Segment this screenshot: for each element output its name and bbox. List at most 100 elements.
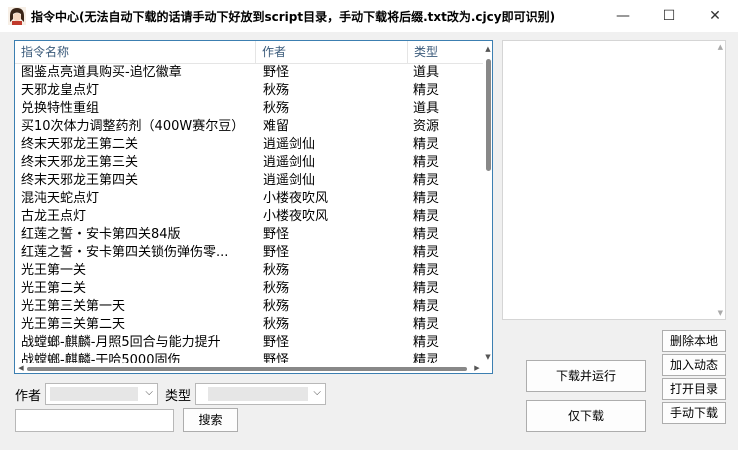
cell-type: 精灵 [413,245,440,260]
column-header-author[interactable]: 作者 [256,41,408,63]
cell-author: 秋殇 [263,281,290,296]
cell-name: 古龙王点灯 [21,209,87,224]
cell-author: 难留 [263,119,290,134]
window-title: 指令中心(无法自动下载的话请手动下好放到script目录，手动下载将后缀.txt… [31,10,556,24]
minimize-button[interactable]: — [600,0,646,32]
scroll-right-arrow-icon[interactable]: ▶ [472,363,482,373]
scroll-down-arrow-icon[interactable]: ▼ [483,351,492,363]
table-row[interactable]: 战螳螂-麒麟-月照5回合与能力提升 野怪 精灵 [15,334,485,352]
table-row[interactable]: 光王第三关第二天 秋殇 精灵 [15,316,485,334]
description-panel[interactable]: ▲ ▼ [502,40,726,320]
vertical-scrollbar[interactable]: ▲ ▼ [483,41,492,363]
table-row[interactable]: 图鉴点亮道具购买-追忆徽章 野怪 道具 [15,64,485,82]
command-list[interactable]: 指令名称 作者 类型 图鉴点亮道具购买-追忆徽章 野怪 道具 天邪龙皇点灯 秋殇 精灵 … [14,40,493,374]
scroll-left-arrow-icon[interactable]: ◀ [16,363,26,373]
column-header-type[interactable]: 类型 [408,41,485,63]
cell-author: 小楼夜吹风 [263,191,329,206]
cell-type: 精灵 [413,281,440,296]
type-select-value [208,387,308,401]
cell-type: 精灵 [413,155,440,170]
table-row[interactable]: 买10次体力调整药剂（400W赛尔豆） 难留 资源 [15,118,485,136]
title-bar: 指令中心(无法自动下载的话请手动下好放到script目录，手动下载将后缀.txt… [0,0,738,32]
table-row[interactable]: 光王第一关 秋殇 精灵 [15,262,485,280]
cell-author: 逍遥剑仙 [263,155,316,170]
cell-type: 精灵 [413,173,440,188]
cell-name: 光王第二关 [21,281,87,296]
cell-type: 精灵 [413,227,440,242]
panel-scroll-down-icon[interactable]: ▼ [718,309,723,317]
cell-type: 资源 [413,119,440,134]
table-row[interactable]: 红莲之誓・安卡第四关84版 野怪 精灵 [15,226,485,244]
cell-name: 天邪龙皇点灯 [21,83,100,98]
cell-author: 秋殇 [263,83,290,98]
cell-name: 兑换特性重组 [21,101,100,116]
cell-author: 小楼夜吹风 [263,209,329,224]
chevron-down-icon[interactable]: ⌵ [313,387,321,398]
cell-author: 逍遥剑仙 [263,137,316,152]
list-header: 指令名称 作者 类型 [15,41,485,64]
cell-type: 精灵 [413,83,440,98]
cell-type: 道具 [413,65,440,80]
cell-name: 光王第三关第一天 [21,299,126,314]
delete-local-button[interactable]: 删除本地 [662,330,726,352]
column-header-name[interactable]: 指令名称 [15,41,256,63]
table-row[interactable]: 终末天邪龙王第二关 逍遥剑仙 精灵 [15,136,485,154]
table-row[interactable]: 红莲之誓・安卡第四关锁伤弹伤零... 野怪 精灵 [15,244,485,262]
table-row[interactable]: 古龙王点灯 小楼夜吹风 精灵 [15,208,485,226]
scroll-up-arrow-icon[interactable]: ▲ [483,43,492,55]
vertical-scroll-thumb[interactable] [486,59,491,171]
download-only-button[interactable]: 仅下载 [526,400,646,432]
cell-type: 精灵 [413,209,440,224]
cell-name: 红莲之誓・安卡第四关84版 [21,227,181,242]
app-avatar-icon [8,7,26,25]
cell-name: 战螳螂-麒麟-月照5回合与能力提升 [21,335,221,350]
cell-name: 买10次体力调整药剂（400W赛尔豆） [21,119,245,134]
maximize-button[interactable]: ☐ [646,0,692,32]
close-button[interactable]: ✕ [692,0,738,32]
cell-author: 野怪 [263,335,290,350]
table-row[interactable]: 混沌天蛇点灯 小楼夜吹风 精灵 [15,190,485,208]
cell-author: 秋殇 [263,299,290,314]
table-row[interactable]: 天邪龙皇点灯 秋殇 精灵 [15,82,485,100]
cell-type: 精灵 [413,263,440,278]
cell-name: 终末天邪龙王第二关 [21,137,139,152]
author-select-value [50,387,138,401]
download-and-run-button[interactable]: 下载并运行 [526,360,646,392]
horizontal-scrollbar[interactable]: ◀ ▶ [15,363,485,373]
cell-name: 混沌天蛇点灯 [21,191,100,206]
search-button[interactable]: 搜索 [183,408,238,432]
cell-name: 终末天邪龙王第四关 [21,173,139,188]
manual-download-button[interactable]: 手动下载 [662,402,726,424]
table-row[interactable]: 光王第二关 秋殇 精灵 [15,280,485,298]
cell-type: 精灵 [413,299,440,314]
type-filter-select[interactable]: ⌵ [195,383,326,405]
cell-author: 野怪 [263,245,290,260]
cell-author: 秋殇 [263,101,290,116]
table-row[interactable]: 终末天邪龙王第四关 逍遥剑仙 精灵 [15,172,485,190]
list-rows: 图鉴点亮道具购买-追忆徽章 野怪 道具 天邪龙皇点灯 秋殇 精灵 兑换特性重组 秋殇 道具 … [15,64,485,370]
open-directory-button[interactable]: 打开目录 [662,378,726,400]
table-row[interactable]: 兑换特性重组 秋殇 道具 [15,100,485,118]
add-dynamic-button[interactable]: 加入动态 [662,354,726,376]
cell-name: 红莲之誓・安卡第四关锁伤弹伤零... [21,245,229,260]
cell-author: 逍遥剑仙 [263,173,316,188]
cell-type: 精灵 [413,191,440,206]
cell-author: 野怪 [263,227,290,242]
author-filter-select[interactable]: ⌵ [45,383,158,405]
cell-name: 光王第三关第二天 [21,317,126,332]
author-filter-label: 作者 [15,389,42,404]
table-row[interactable]: 光王第三关第一天 秋殇 精灵 [15,298,485,316]
horizontal-scroll-thumb[interactable] [27,367,467,371]
cell-author: 秋殇 [263,317,290,332]
chevron-down-icon[interactable]: ⌵ [145,387,153,398]
cell-name: 终末天邪龙王第三关 [21,155,139,170]
panel-scroll-up-icon[interactable]: ▲ [718,43,723,51]
cell-type: 精灵 [413,335,440,350]
cell-author: 秋殇 [263,263,290,278]
type-filter-label: 类型 [165,389,192,404]
table-row[interactable]: 终末天邪龙王第三关 逍遥剑仙 精灵 [15,154,485,172]
cell-type: 精灵 [413,317,440,332]
search-input[interactable] [15,409,174,432]
cell-author: 野怪 [263,65,290,80]
cell-type: 道具 [413,101,440,116]
